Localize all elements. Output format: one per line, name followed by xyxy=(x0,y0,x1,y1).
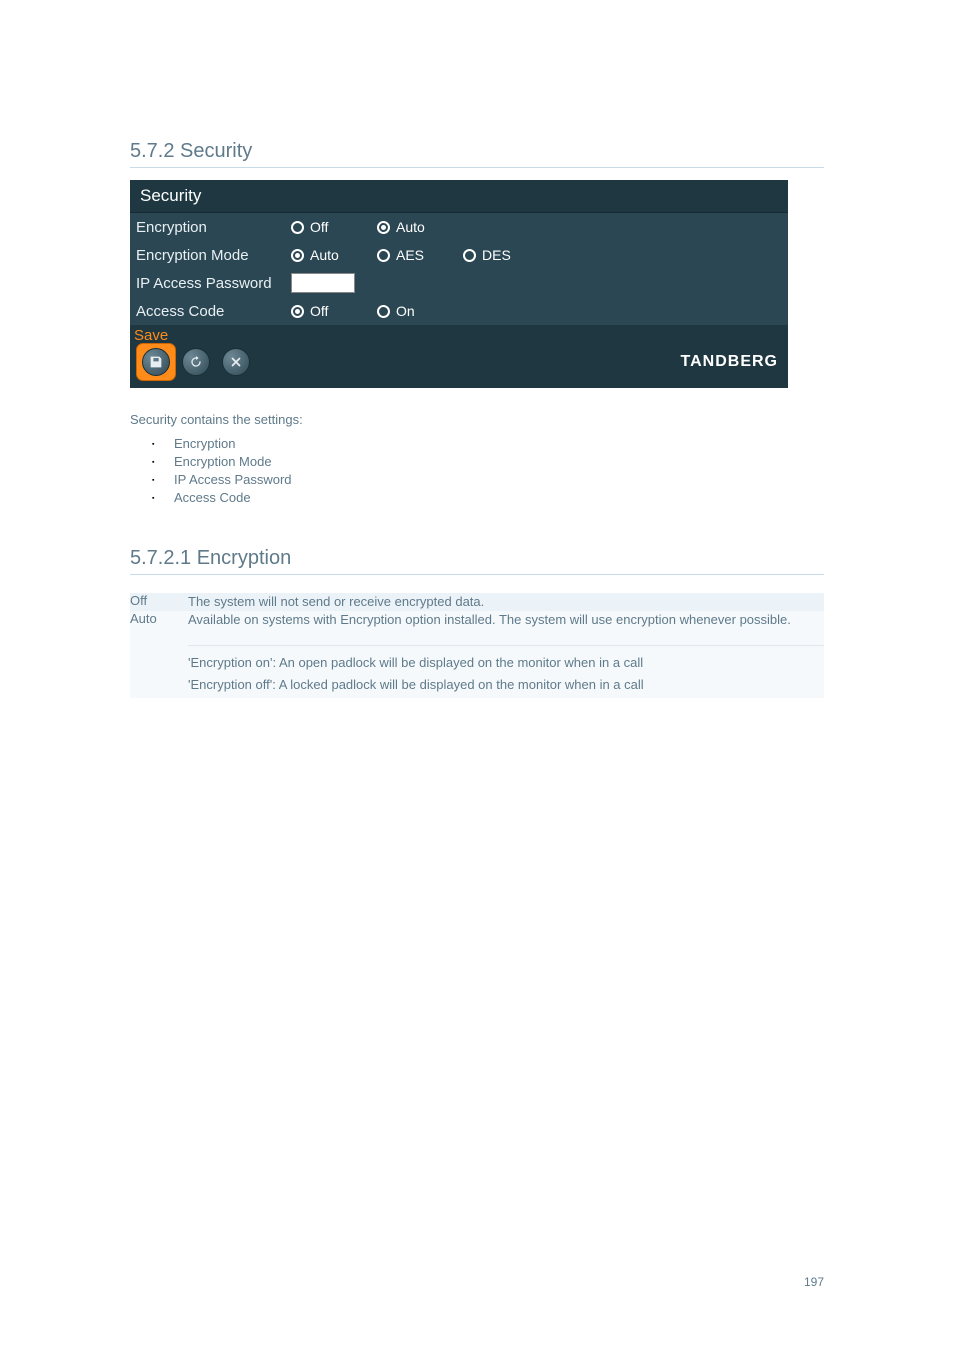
settings-link-list: Encryption Encryption Mode IP Access Pas… xyxy=(130,435,824,507)
radio-input-access-on[interactable] xyxy=(377,305,390,318)
security-settings-panel: Security Encryption Off Auto Encryption … xyxy=(130,180,788,388)
refresh-icon xyxy=(182,348,210,376)
option-key-off: Off xyxy=(130,593,188,611)
brand-logo: TANDBERG xyxy=(681,353,778,371)
row-label-access-code: Access Code xyxy=(136,303,291,320)
radio-input-access-off[interactable] xyxy=(291,305,304,318)
floppy-disk-icon xyxy=(142,348,170,376)
save-button[interactable] xyxy=(136,344,176,380)
radio-encryption-off[interactable]: Off xyxy=(291,219,347,235)
row-label-encryption-mode: Encryption Mode xyxy=(136,247,291,264)
radio-input-mode-aes[interactable] xyxy=(377,249,390,262)
ip-password-input[interactable] xyxy=(291,273,355,293)
link-encryption[interactable]: Encryption xyxy=(166,435,824,453)
radio-label: Auto xyxy=(396,219,425,235)
radio-input-mode-des[interactable] xyxy=(463,249,476,262)
option-key-auto: Auto xyxy=(130,611,188,698)
option-row-auto: Auto Available on systems with Encryptio… xyxy=(130,611,824,698)
links-intro-text: Security contains the settings: xyxy=(130,412,824,427)
close-button[interactable] xyxy=(216,344,256,380)
option-auto-sub-off: 'Encryption off': A locked padlock will … xyxy=(188,676,824,694)
row-access-code: Access Code Off On xyxy=(130,297,788,325)
row-encryption: Encryption Off Auto xyxy=(130,213,788,241)
panel-title: Security xyxy=(130,180,788,213)
radio-mode-des[interactable]: DES xyxy=(463,247,519,263)
radio-group-encryption-mode: Auto AES DES xyxy=(291,247,519,263)
radio-access-off[interactable]: Off xyxy=(291,303,347,319)
radio-group-encryption: Off Auto xyxy=(291,219,433,235)
radio-input-encryption-off[interactable] xyxy=(291,221,304,234)
radio-mode-aes[interactable]: AES xyxy=(377,247,433,263)
link-ip-access-password[interactable]: IP Access Password xyxy=(166,471,824,489)
radio-mode-auto[interactable]: Auto xyxy=(291,247,347,263)
row-encryption-mode: Encryption Mode Auto AES DES xyxy=(130,241,788,269)
subsection-heading-encryption: 5.7.2.1 Encryption xyxy=(130,547,824,575)
option-auto-main: Available on systems with Encryption opt… xyxy=(188,611,824,629)
row-label-encryption: Encryption xyxy=(136,219,291,236)
radio-group-access-code: Off On xyxy=(291,303,433,319)
refresh-button[interactable] xyxy=(176,344,216,380)
row-ip-password: IP Access Password xyxy=(130,269,788,297)
radio-input-encryption-auto[interactable] xyxy=(377,221,390,234)
radio-label: Off xyxy=(310,303,328,319)
close-icon xyxy=(222,348,250,376)
option-auto-sub-on: 'Encryption on': An open padlock will be… xyxy=(188,654,824,672)
row-label-ip-password: IP Access Password xyxy=(136,275,291,292)
save-label: Save xyxy=(130,325,788,344)
radio-encryption-auto[interactable]: Auto xyxy=(377,219,433,235)
radio-label: AES xyxy=(396,247,424,263)
link-encryption-mode[interactable]: Encryption Mode xyxy=(166,453,824,471)
radio-label: DES xyxy=(482,247,511,263)
radio-input-mode-auto[interactable] xyxy=(291,249,304,262)
encryption-options-table: Off The system will not send or receive … xyxy=(130,593,824,698)
page-number: 197 xyxy=(0,1275,954,1289)
radio-label: Auto xyxy=(310,247,339,263)
radio-label: On xyxy=(396,303,415,319)
option-row-off: Off The system will not send or receive … xyxy=(130,593,824,611)
section-heading-security: 5.7.2 Security xyxy=(130,140,824,168)
radio-access-on[interactable]: On xyxy=(377,303,433,319)
link-access-code[interactable]: Access Code xyxy=(166,489,824,507)
option-desc-off: The system will not send or receive encr… xyxy=(188,593,824,611)
option-desc-auto: Available on systems with Encryption opt… xyxy=(188,611,824,698)
toolbar-icon-row: TANDBERG xyxy=(130,344,788,388)
radio-label: Off xyxy=(310,219,328,235)
